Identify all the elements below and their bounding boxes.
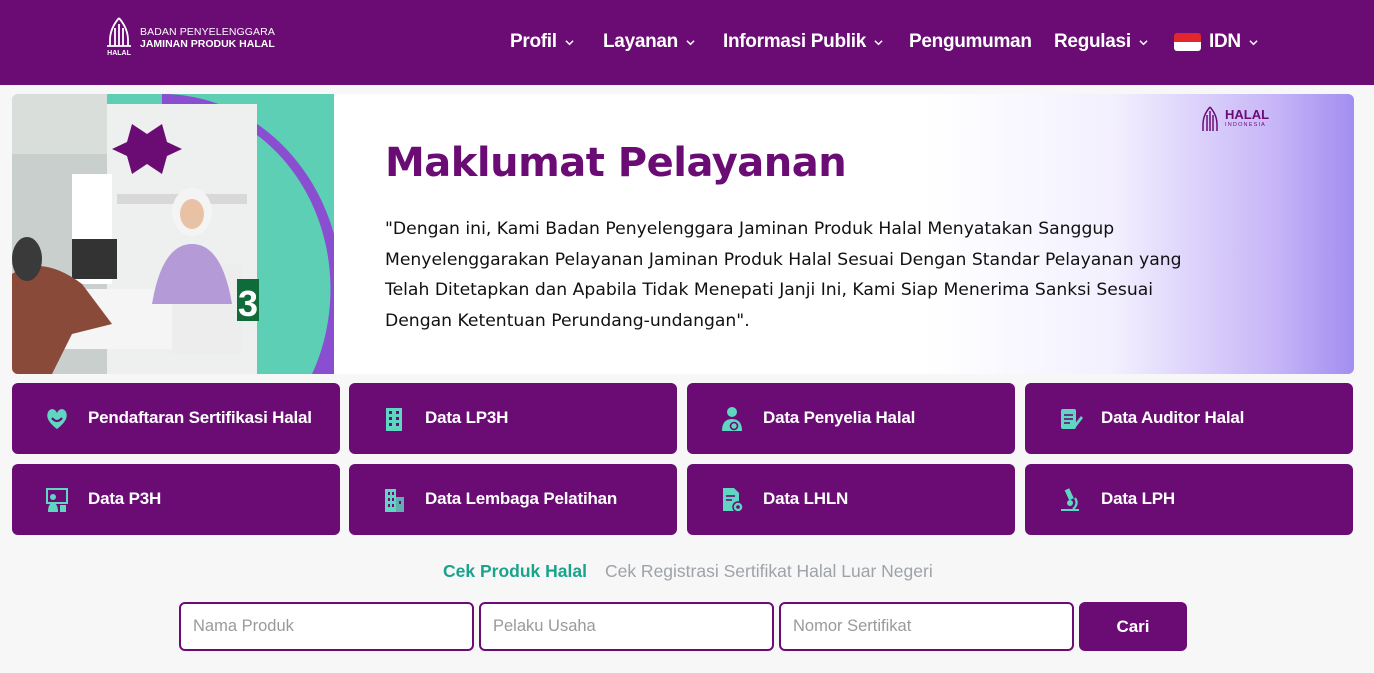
nav-layanan[interactable]: Layanan	[603, 28, 695, 56]
tile-data-lp3h[interactable]: Data LP3H	[349, 383, 677, 454]
halal-indonesia-badge: HALAL INDONESIA	[1200, 106, 1269, 134]
document-gear-icon	[723, 488, 744, 513]
banner-title: Maklumat Pelayanan	[385, 140, 847, 186]
nav-pengumuman-label: Pengumuman	[909, 31, 1032, 52]
chevron-down-icon	[686, 39, 695, 45]
language-label: IDN	[1209, 31, 1241, 52]
nav-informasi-publik[interactable]: Informasi Publik	[723, 28, 883, 56]
supervisor-icon	[722, 407, 742, 431]
tile-label: Data Penyelia Halal	[763, 408, 916, 427]
tile-label: Data LP3H	[425, 408, 509, 427]
language-selector[interactable]: IDN	[1174, 28, 1258, 56]
badge-subtitle: INDONESIA	[1225, 122, 1267, 128]
nomor-sertifikat-input[interactable]	[779, 602, 1074, 651]
heart-hands-icon	[47, 409, 67, 429]
indonesia-flag-icon	[1174, 33, 1201, 51]
logo-line-2: JAMINAN PRODUK HALAL	[140, 38, 275, 50]
tab-cek-registrasi-luar-negeri[interactable]: Cek Registrasi Sertifikat Halal Luar Neg…	[605, 561, 933, 582]
nav-profil[interactable]: Profil	[510, 28, 574, 56]
nav-regulasi[interactable]: Regulasi	[1054, 28, 1148, 56]
chevron-down-icon	[1249, 39, 1258, 45]
cari-button[interactable]: Cari	[1079, 602, 1187, 651]
nav-layanan-label: Layanan	[603, 31, 678, 52]
search-tabs: Cek Produk Halal Cek Registrasi Sertifik…	[443, 561, 933, 582]
presenter-icon	[46, 488, 68, 512]
tile-label: Data Auditor Halal	[1101, 408, 1245, 427]
building-icon	[386, 408, 402, 431]
logo-line-1: BADAN PENYELENGGARA	[140, 26, 275, 38]
tile-data-lembaga-pelatihan[interactable]: Data Lembaga Pelatihan	[349, 464, 677, 535]
bpjph-logo[interactable]: HALAL BADAN PENYELENGGARA JAMINAN PRODUK…	[104, 16, 275, 60]
tile-label: Data LHLN	[763, 489, 849, 508]
tile-pendaftaran-sertifikasi-halal[interactable]: Pendaftaran Sertifikasi Halal	[12, 383, 340, 454]
nav-informasi-publik-label: Informasi Publik	[723, 31, 867, 52]
nav-pengumuman[interactable]: Pengumuman	[909, 28, 1032, 56]
maklumat-banner[interactable]: 3 Maklumat Pelayanan "Dengan ini, Kami B…	[12, 94, 1354, 374]
badge-title: HALAL	[1225, 107, 1270, 122]
halal-logo-icon	[1202, 106, 1218, 131]
tile-label: Data Lembaga Pelatihan	[425, 489, 618, 508]
chevron-down-icon	[565, 39, 574, 45]
tile-label: Pendaftaran Sertifikasi Halal	[88, 408, 312, 427]
nama-produk-input[interactable]	[179, 602, 474, 651]
nav-profil-label: Profil	[510, 31, 557, 52]
tab-cek-produk-halal[interactable]: Cek Produk Halal	[443, 561, 587, 582]
halal-logo-icon: HALAL	[107, 17, 132, 57]
microscope-icon	[1061, 488, 1079, 511]
tile-data-p3h[interactable]: Data P3H	[12, 464, 340, 535]
office-building-icon	[385, 489, 404, 512]
navbar: HALAL BADAN PENYELENGGARA JAMINAN PRODUK…	[0, 0, 1374, 85]
document-pen-icon	[1061, 409, 1083, 429]
tile-data-auditor-halal[interactable]: Data Auditor Halal	[1025, 383, 1353, 454]
tile-data-lhln[interactable]: Data LHLN	[687, 464, 1015, 535]
service-desk-photo: 3	[12, 94, 334, 374]
pelaku-usaha-input[interactable]	[479, 602, 774, 651]
tile-data-penyelia-halal[interactable]: Data Penyelia Halal	[687, 383, 1015, 454]
banner-quote: "Dengan ini, Kami Badan Penyelenggara Ja…	[385, 219, 1182, 331]
chevron-down-icon	[1139, 39, 1148, 45]
tile-label: Data LPH	[1101, 489, 1175, 508]
tile-data-lph[interactable]: Data LPH	[1025, 464, 1353, 535]
counter-number: 3	[238, 283, 258, 324]
tile-label: Data P3H	[88, 489, 162, 508]
nav-regulasi-label: Regulasi	[1054, 31, 1131, 52]
logo-halal-word: HALAL	[107, 50, 131, 57]
chevron-down-icon	[874, 39, 883, 45]
